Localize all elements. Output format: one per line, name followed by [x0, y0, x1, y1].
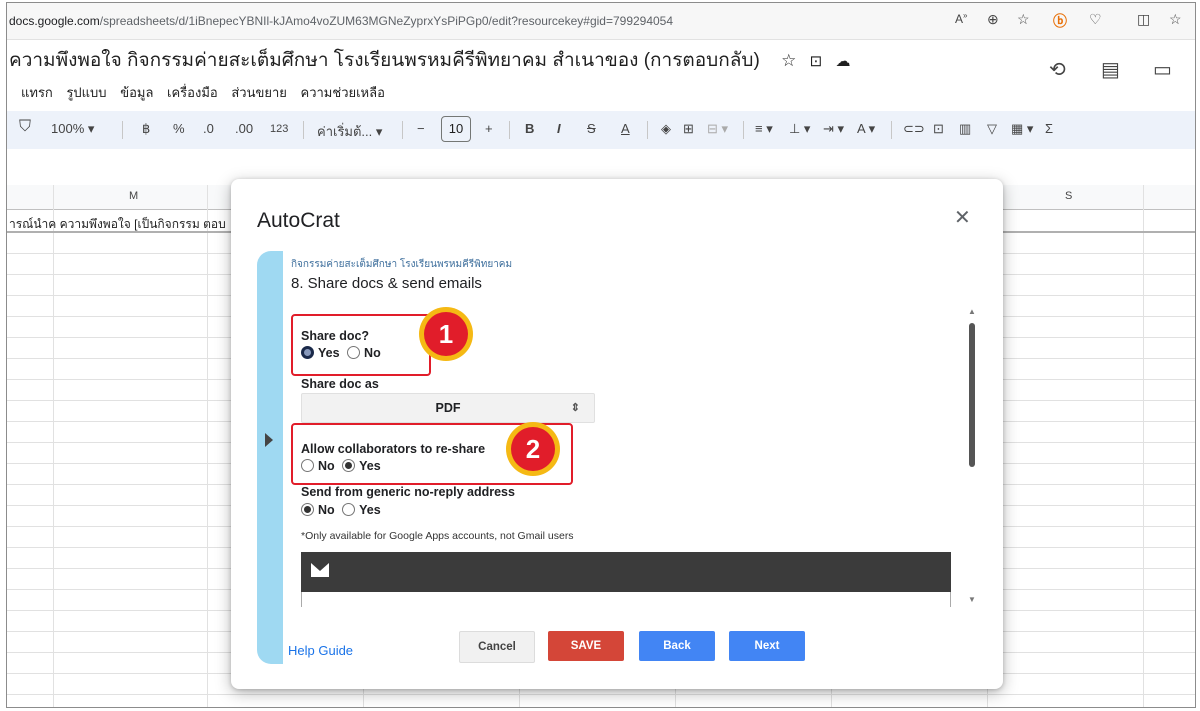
text-rotation-icon[interactable]: A ▾ — [857, 121, 875, 137]
toolbar: ⛉ 100% ▾ ฿ % .0 .00 123 ค่าเริ่มต้... ▾ … — [7, 111, 1195, 149]
menu-format[interactable]: รูปแบบ — [66, 85, 106, 100]
save-button[interactable]: SAVE — [548, 631, 624, 661]
help-guide-link[interactable]: Help Guide — [288, 643, 353, 658]
scroll-up-icon[interactable]: ▲ — [968, 307, 976, 316]
menu-data[interactable]: ข้อมูล — [120, 85, 153, 100]
horizontal-align-icon[interactable]: ≡ ▾ — [755, 121, 773, 137]
browser-essentials-icon[interactable]: ♡ — [1089, 11, 1102, 28]
header-cell-text[interactable]: ารณ์นำค ความพึงพอใจ [เป็นกิจกรรม ตอบ — [9, 215, 226, 234]
filter-icon[interactable]: ▽ — [987, 121, 997, 137]
star-icon[interactable]: ☆ — [781, 51, 796, 70]
email-settings-header[interactable] — [301, 552, 951, 592]
version-history-icon[interactable]: ⟲ — [1049, 57, 1066, 82]
close-icon[interactable]: ✕ — [954, 205, 971, 230]
collections-icon[interactable]: ☆ — [1169, 11, 1182, 28]
borders-icon[interactable]: ⊞ — [683, 121, 694, 137]
font-select[interactable]: ค่าเริ่มต้... ▾ — [317, 121, 382, 142]
vertical-scrollbar[interactable]: ▲ ▼ — [966, 307, 978, 607]
job-name: กิจกรรมค่ายสะเต็มศึกษา โรงเรียนพรหมคีรีพ… — [291, 259, 513, 270]
email-settings-body — [301, 592, 951, 607]
dialog-title: AutoCrat — [257, 209, 340, 232]
menu-tools[interactable]: เครื่องมือ — [167, 85, 218, 100]
updown-icon: ⇕ — [570, 402, 580, 414]
zoom-select[interactable]: 100% ▾ — [51, 121, 94, 137]
envelope-icon — [311, 563, 329, 577]
font-size-input[interactable]: 10 — [441, 116, 471, 142]
favorite-icon[interactable]: ☆ — [1017, 11, 1030, 28]
text-color-button[interactable]: A — [621, 121, 630, 136]
url-text[interactable]: docs.google.com/spreadsheets/d/1iBnepecY… — [9, 14, 673, 28]
menu-insert[interactable]: แทรก — [21, 85, 53, 100]
menu-bar: แทรก รูปแบบ ข้อมูล เครื่องมือ ส่วนขยาย ค… — [21, 82, 395, 103]
highlight-share-doc — [291, 314, 431, 376]
increase-decimal-button[interactable]: .00 — [235, 121, 253, 136]
decrease-decimal-button[interactable]: .0 — [203, 121, 214, 136]
share-as-select[interactable]: PDF ⇕ — [301, 393, 595, 423]
document-title[interactable]: ความพึงพอใจ กิจกรรมค่ายสะเต็มศึกษา โรงเร… — [9, 45, 850, 75]
font-size-decrease-button[interactable]: − — [417, 121, 425, 136]
menu-help[interactable]: ความช่วยเหลือ — [301, 85, 385, 100]
fill-color-icon[interactable]: ◈ — [661, 121, 671, 137]
step-badge-2: 2 — [506, 422, 560, 476]
noreply-label: Send from generic no-reply address — [301, 485, 515, 499]
step-badge-1: 1 — [419, 307, 473, 361]
column-header-m[interactable]: M — [129, 190, 138, 202]
currency-button[interactable]: ฿ — [142, 121, 150, 137]
move-folder-icon[interactable]: ⊡ — [810, 53, 823, 70]
chevron-right-icon[interactable] — [265, 433, 273, 447]
split-screen-icon[interactable]: ◫ — [1137, 11, 1150, 28]
share-as-label: Share doc as — [301, 377, 379, 391]
insert-comment-icon[interactable]: ⊡ — [933, 121, 944, 137]
next-button[interactable]: Next — [729, 631, 805, 661]
scroll-thumb[interactable] — [969, 323, 975, 467]
column-header-s[interactable]: S — [1065, 190, 1072, 202]
extension-icon[interactable]: ⓑ — [1053, 11, 1067, 31]
noreply-note: *Only available for Google Apps accounts… — [301, 530, 574, 542]
cancel-button[interactable]: Cancel — [459, 631, 535, 663]
percent-button[interactable]: % — [173, 121, 185, 136]
insert-link-icon[interactable]: ⊂⊃ — [903, 121, 925, 137]
back-button[interactable]: Back — [639, 631, 715, 661]
noreply-yes-radio[interactable] — [342, 503, 356, 516]
strikethrough-button[interactable]: S — [587, 121, 596, 136]
step-title: 8. Share docs & send emails — [291, 275, 482, 292]
text-wrap-icon[interactable]: ⇥ ▾ — [823, 121, 844, 137]
italic-button[interactable]: I — [557, 121, 561, 136]
scroll-down-icon[interactable]: ▼ — [968, 595, 976, 604]
read-aloud-icon[interactable]: A» — [955, 11, 967, 26]
comments-icon[interactable]: ▤ — [1101, 57, 1120, 82]
menu-extensions[interactable]: ส่วนขยาย — [231, 85, 287, 100]
paint-format-icon[interactable]: ⛉ — [19, 118, 31, 136]
insert-chart-icon[interactable]: ▥ — [959, 121, 971, 137]
number-format-button[interactable]: 123 — [270, 123, 288, 135]
autocrat-dialog: AutoCrat ✕ กิจกรรมค่ายสะเต็มศึกษา โรงเรี… — [231, 179, 1003, 689]
vertical-align-icon[interactable]: ⊥ ▾ — [789, 121, 810, 137]
bold-button[interactable]: B — [525, 121, 534, 136]
cloud-status-icon: ☁ — [835, 53, 851, 70]
noreply-radio-group: No Yes — [301, 503, 381, 517]
functions-icon[interactable]: Σ — [1045, 121, 1053, 136]
noreply-no-radio[interactable] — [301, 503, 314, 516]
zoom-icon[interactable]: ⊕ — [987, 11, 999, 28]
merge-cells-icon[interactable]: ⊟ ▾ — [707, 121, 728, 137]
address-bar[interactable]: docs.google.com/spreadsheets/d/1iBnepecY… — [7, 3, 1195, 40]
filter-views-icon[interactable]: ▦ ▾ — [1011, 121, 1033, 137]
steps-sidebar-toggle[interactable] — [257, 251, 283, 664]
meet-icon[interactable]: ▭ — [1153, 57, 1172, 82]
font-size-increase-button[interactable]: + — [485, 121, 493, 136]
